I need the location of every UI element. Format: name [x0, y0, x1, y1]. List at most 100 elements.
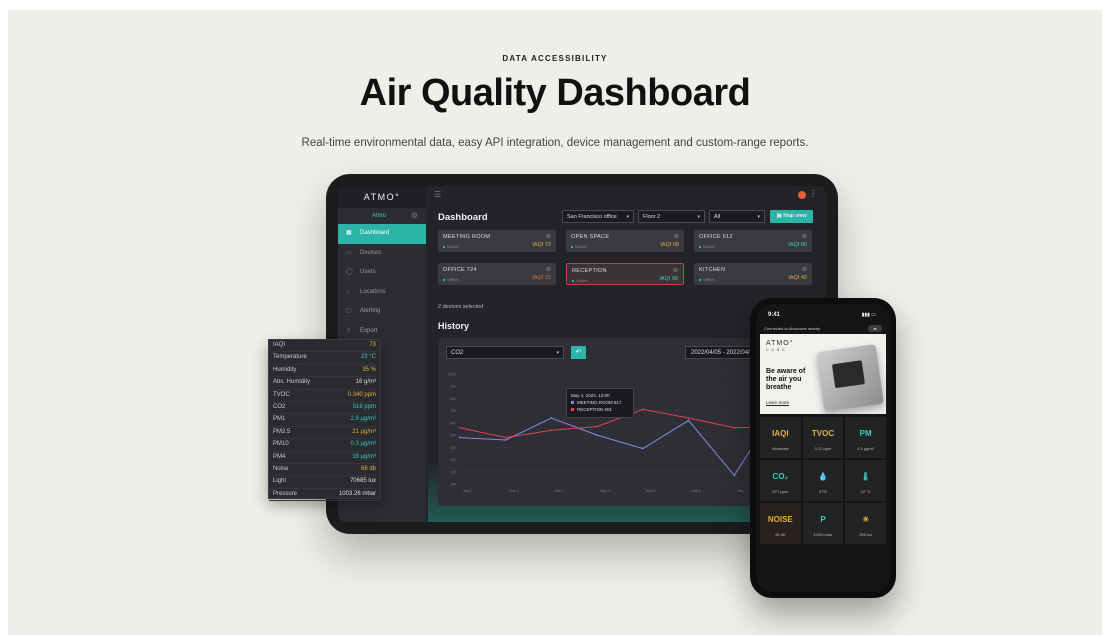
- metric-select[interactable]: CO2 ▾: [446, 346, 564, 359]
- data-point[interactable]: [687, 417, 690, 419]
- sidebar-item-alerting[interactable]: ▢ Alerting: [338, 302, 426, 322]
- gear-icon[interactable]: ⚙: [546, 233, 551, 240]
- metric-value: 35 %: [362, 366, 376, 373]
- tile-value: TVOC: [811, 429, 835, 438]
- floor-filter[interactable]: Floor 2 ▾: [638, 210, 705, 223]
- menu-icon[interactable]: ☰: [434, 190, 441, 199]
- tile-value: CO₂: [772, 472, 789, 481]
- metric-label: Light: [273, 478, 287, 485]
- sidebar-item-locations[interactable]: ⌂ Locations: [338, 283, 426, 303]
- reset-zoom-button[interactable]: ↶: [571, 346, 586, 359]
- device-card[interactable]: OPEN SPACE Online ⚙ IAQI 68: [566, 230, 684, 252]
- gear-icon[interactable]: ⚙: [673, 267, 678, 274]
- map-view-button[interactable]: ▦ Map view: [770, 210, 813, 223]
- sidebar-item-dashboard[interactable]: ▦ Dashboard: [338, 224, 426, 244]
- all-filter[interactable]: All ▾: [709, 210, 765, 223]
- learn-more-link[interactable]: Learn more: [766, 400, 789, 405]
- metric-label: PM2.5: [273, 428, 291, 435]
- notification-bell-icon[interactable]: [798, 191, 806, 199]
- tile-value: PM: [859, 429, 872, 438]
- data-point[interactable]: [641, 408, 644, 411]
- data-point[interactable]: [733, 474, 736, 477]
- metric-label: PM4: [273, 453, 286, 460]
- gear-icon[interactable]: ⚙: [802, 233, 807, 240]
- atmocube-image: [816, 344, 884, 412]
- promo-banner[interactable]: ATMO° CUBE Be aware of the air you breat…: [760, 334, 886, 414]
- account-switcher[interactable]: Atmo ⚙: [338, 208, 426, 224]
- tile-label: 60 db: [775, 532, 786, 537]
- sidebar-item-users[interactable]: ◯ Users: [338, 263, 426, 283]
- sensor-metrics-panel: IAQI 73 Temperature 23 °C Humidity 35 % Abs. H…: [268, 339, 381, 502]
- status-dot: [443, 245, 445, 248]
- sidebar-item-label: Users: [360, 269, 376, 275]
- metric-tile[interactable]: 💧 37%: [802, 460, 844, 501]
- data-point[interactable]: [504, 439, 507, 441]
- sidebar-item-label: Dashboard: [360, 230, 390, 236]
- more-options-icon[interactable]: ⋮: [809, 189, 817, 198]
- gear-icon[interactable]: ⚙: [546, 266, 551, 273]
- data-point[interactable]: [459, 436, 461, 439]
- device-name: OFFICE 724: [443, 267, 477, 273]
- gear-icon[interactable]: ⚙: [411, 208, 418, 224]
- sidebar-item-devices[interactable]: ▭ Devices: [338, 244, 426, 264]
- dashboard-icon: ▦: [346, 230, 352, 236]
- device-name: KITCHEN: [699, 267, 726, 273]
- legend-swatch: [571, 408, 574, 412]
- device-card[interactable]: MEETING ROOM Online ⚙ IAQI 73: [438, 230, 556, 252]
- x-tick-label: May 3: [555, 489, 565, 493]
- metric-tile[interactable]: P 1009 mbar: [802, 503, 844, 544]
- metric-label: Pressure: [273, 490, 298, 497]
- metric-row: CO2 518 ppm: [269, 402, 380, 415]
- data-point[interactable]: [504, 436, 507, 439]
- data-point[interactable]: [596, 425, 599, 428]
- data-point[interactable]: [459, 426, 461, 429]
- y-tick-label: 200: [450, 470, 456, 474]
- metric-row: PM2.5 21 µg/m³: [269, 427, 380, 440]
- gear-icon[interactable]: ⚙: [674, 233, 679, 240]
- x-tick-label: May 5: [646, 489, 656, 493]
- tile-value: NOISE: [767, 515, 793, 524]
- device-iaqi: IAQI 90: [659, 276, 678, 282]
- device-name: OPEN SPACE: [571, 234, 610, 240]
- metric-tile[interactable]: 🌡 22 °C: [845, 460, 886, 501]
- x-tick-label: May 4: [600, 489, 610, 493]
- metric-tile[interactable]: CO₂ 577 ppm: [760, 460, 801, 501]
- sidebar-nav: ▦ Dashboard ▭ Devices ◯ Users ⌂ Locations ▢ Alert…: [338, 224, 426, 341]
- sidebar-item-label: Locations: [360, 288, 386, 295]
- tooltip-row-meeting-room: MEETING ROOM 517: [571, 399, 629, 406]
- tile-value: IAQI: [772, 429, 789, 438]
- y-tick-label: 1000: [448, 373, 456, 377]
- data-point[interactable]: [596, 434, 599, 437]
- signal-battery-icon: ▮▮▮ ▭: [861, 312, 876, 318]
- metric-tile[interactable]: NOISE 60 db: [760, 503, 801, 544]
- gear-icon[interactable]: ⚙: [802, 266, 807, 273]
- device-card[interactable]: RECEPTION Online ⚙ IAQI 90: [566, 263, 684, 285]
- status-dot: [571, 245, 573, 248]
- data-point[interactable]: [687, 419, 690, 422]
- metric-tile[interactable]: ☀ 395 lux: [845, 503, 886, 544]
- all-filter-value: All: [714, 214, 721, 220]
- devices-icon: ▭: [346, 249, 352, 256]
- data-point[interactable]: [641, 447, 644, 450]
- device-iaqi: IAQI 31: [532, 275, 551, 281]
- status-time: 9:41: [768, 312, 781, 318]
- metric-tile[interactable]: PM 4.5 µg/m³: [845, 417, 886, 458]
- tile-label: 4.5 µg/m³: [857, 446, 875, 451]
- data-point[interactable]: [733, 426, 736, 429]
- device-status-text: Offline: [447, 277, 459, 282]
- sidebar-item-label: Devices: [360, 249, 382, 256]
- device-card[interactable]: OFFICE 512 Online ⚙ IAQI 80: [694, 230, 812, 252]
- metric-tile[interactable]: IAQI Moderate: [760, 417, 801, 458]
- metric-row: Abs. Humidity 16 g/m³: [269, 377, 380, 390]
- data-point[interactable]: [550, 429, 553, 432]
- toggle-button[interactable]: ⇆: [868, 325, 882, 332]
- device-iaqi: IAQI 68: [660, 242, 679, 248]
- device-card[interactable]: KITCHEN Offline ⚙ IAQI 42: [694, 263, 812, 285]
- metric-tile[interactable]: TVOC 0.12 ppm: [802, 417, 844, 458]
- device-card[interactable]: OFFICE 724 Offline ⚙ IAQI 31: [438, 263, 556, 285]
- alerting-icon: ▢: [346, 308, 352, 314]
- x-tick-label: May 7: [737, 489, 747, 493]
- promo-text: Be aware of the air you breathe: [766, 368, 806, 391]
- office-filter[interactable]: San Francisco office ▾: [562, 210, 634, 223]
- data-point[interactable]: [550, 417, 553, 419]
